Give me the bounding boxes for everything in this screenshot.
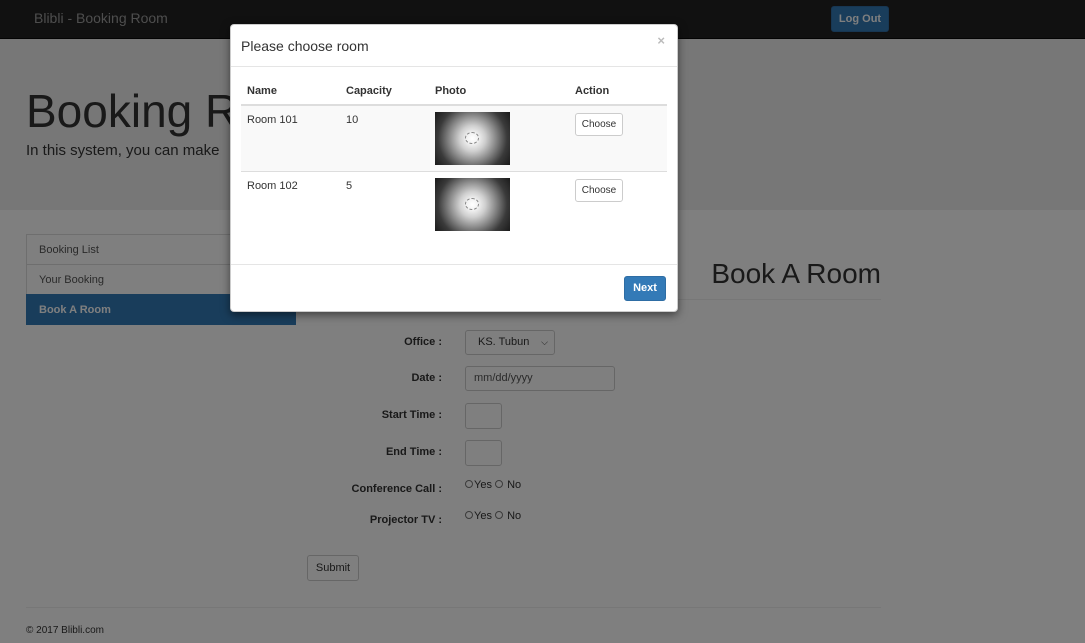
choose-room-modal: Please choose room × Name Capacity Photo… <box>230 24 678 312</box>
room-photo <box>435 177 510 231</box>
close-icon[interactable]: × <box>657 33 665 48</box>
room-action-cell: Choose <box>569 104 667 171</box>
choose-room-button[interactable]: Choose <box>575 113 623 136</box>
modal-header: Please choose room × <box>231 25 677 67</box>
room-photo-emblem <box>465 197 479 210</box>
room-photo-cell <box>429 104 569 171</box>
room-capacity: 10 <box>340 104 429 171</box>
column-header-action: Action <box>569 80 667 106</box>
column-header-capacity: Capacity <box>340 80 429 106</box>
table-header-row: Name Capacity Photo Action <box>241 80 667 106</box>
room-photo-emblem <box>465 132 479 144</box>
room-action-cell: Choose <box>569 170 667 237</box>
modal-footer-divider <box>231 264 677 265</box>
rooms-table: Name Capacity Photo Action Room 101 10 C… <box>241 80 667 237</box>
table-row: Room 102 5 Choose <box>241 170 667 237</box>
room-photo-cell <box>429 170 569 237</box>
column-header-photo: Photo <box>429 80 569 106</box>
room-capacity: 5 <box>340 170 429 237</box>
room-photo <box>435 112 510 165</box>
column-header-name: Name <box>241 80 340 106</box>
next-button[interactable]: Next <box>624 276 666 301</box>
modal-title: Please choose room <box>241 38 369 54</box>
table-row: Room 101 10 Choose <box>241 104 667 171</box>
choose-room-button[interactable]: Choose <box>575 178 623 202</box>
room-name: Room 102 <box>241 170 340 237</box>
room-name: Room 101 <box>241 104 340 171</box>
